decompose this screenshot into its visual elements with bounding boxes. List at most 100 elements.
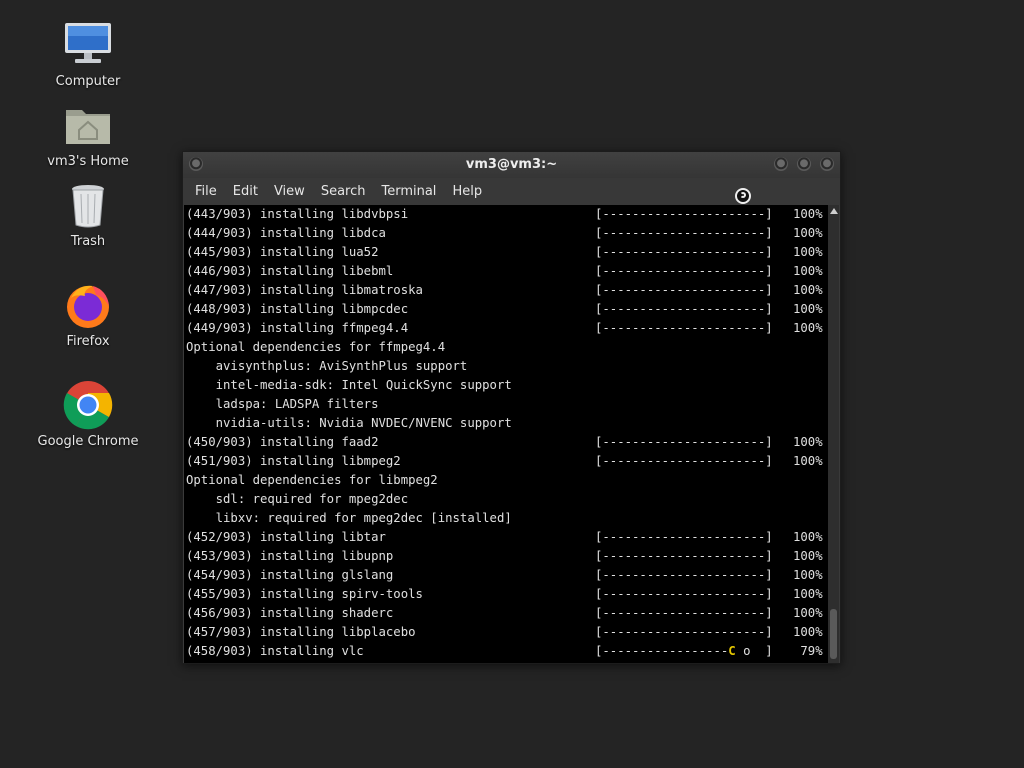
terminal-line: (448/903) installing libmpcdec [---------… bbox=[186, 300, 823, 319]
progress-percent: 100% bbox=[793, 606, 823, 620]
terminal-line-text: (455/903) installing spirv-tools bbox=[186, 587, 423, 601]
terminal-line-text: (445/903) installing lua52 bbox=[186, 245, 379, 259]
progress-percent: 100% bbox=[793, 587, 823, 601]
menu-terminal[interactable]: Terminal bbox=[373, 178, 444, 205]
chrome-icon bbox=[63, 380, 113, 430]
terminal-line-text: sdl: required for mpeg2dec bbox=[186, 492, 409, 506]
terminal-line: (457/903) installing libplacebo [--------… bbox=[186, 623, 823, 642]
terminal-line-text: (450/903) installing faad2 bbox=[186, 435, 379, 449]
progress-bar-text: [----------------------] bbox=[595, 530, 773, 544]
desktop-icon-computer[interactable]: Computer bbox=[28, 20, 148, 89]
terminal-line: avisynthplus: AviSynthPlus support bbox=[186, 357, 468, 376]
progress-bar-text: [----------------------] bbox=[595, 435, 773, 449]
terminal-line: sdl: required for mpeg2dec bbox=[186, 490, 409, 509]
terminal-line-text: (448/903) installing libmpcdec bbox=[186, 302, 409, 316]
terminal-line-text: libxv: required for mpeg2dec [installed] bbox=[186, 511, 512, 525]
terminal-line-text: (447/903) installing libmatroska bbox=[186, 283, 423, 297]
terminal-output[interactable]: (443/903) installing libdvbpsi [---------… bbox=[184, 205, 828, 663]
terminal-line: (452/903) installing libtar [------------… bbox=[186, 528, 823, 547]
progress-percent: 100% bbox=[793, 454, 823, 468]
terminal-line: (456/903) installing shaderc [-----------… bbox=[186, 604, 823, 623]
progress-percent: 100% bbox=[793, 207, 823, 221]
terminal-line-text: (446/903) installing libebml bbox=[186, 264, 394, 278]
progress-bar-text: [----------------------] bbox=[595, 454, 773, 468]
progress-bar-text: [----------------------] bbox=[595, 283, 773, 297]
progress-percent: 100% bbox=[793, 302, 823, 316]
terminal-line: (444/903) installing libdca [------------… bbox=[186, 224, 823, 243]
desktop-icon-label: Google Chrome bbox=[37, 434, 139, 449]
desktop-icon-chrome[interactable]: Google Chrome bbox=[28, 380, 148, 449]
busy-cursor-icon bbox=[735, 188, 751, 204]
progress-bar-text: [----------------------] bbox=[595, 264, 773, 278]
terminal-line-text: (453/903) installing libupnp bbox=[186, 549, 394, 563]
progress-bar-text: [----------------------] bbox=[595, 302, 773, 316]
window-title: vm3@vm3:~ bbox=[465, 157, 558, 172]
progress-bar-text: [----------------------] bbox=[595, 321, 773, 335]
pacman-progress-icon: C bbox=[728, 644, 736, 658]
home-folder-icon bbox=[63, 100, 113, 150]
progress-bar-text: [----------------------] bbox=[595, 226, 773, 240]
terminal-line-text: (456/903) installing shaderc bbox=[186, 606, 394, 620]
progress-bar-filled: [----------------- bbox=[595, 644, 729, 658]
terminal-line: intel-media-sdk: Intel QuickSync support bbox=[186, 376, 512, 395]
terminal-line-text: (458/903) installing vlc bbox=[186, 644, 364, 658]
progress-percent: 100% bbox=[793, 625, 823, 639]
desktop-icon-label: Firefox bbox=[66, 334, 110, 349]
progress-percent: 100% bbox=[793, 568, 823, 582]
terminal-line-text: (457/903) installing libplacebo bbox=[186, 625, 416, 639]
terminal-line: libxv: required for mpeg2dec [installed] bbox=[186, 509, 512, 528]
progress-bar-text: [----------------------] bbox=[595, 625, 773, 639]
progress-bar-text: [----------------------] bbox=[595, 207, 773, 221]
progress-percent: 100% bbox=[793, 283, 823, 297]
menu-file[interactable]: File bbox=[187, 178, 225, 205]
terminal-line-text: (444/903) installing libdca bbox=[186, 226, 386, 240]
terminal-line: (450/903) installing faad2 [-------------… bbox=[186, 433, 823, 452]
scrollbar-thumb[interactable] bbox=[830, 609, 837, 659]
desktop-icon-home[interactable]: vm3's Home bbox=[28, 100, 148, 169]
terminal-line: (447/903) installing libmatroska [-------… bbox=[186, 281, 823, 300]
terminal-line: (443/903) installing libdvbpsi [---------… bbox=[186, 205, 823, 224]
terminal-line: Optional dependencies for ffmpeg4.4 bbox=[186, 338, 445, 357]
terminal-line-text: Optional dependencies for libmpeg2 bbox=[186, 473, 438, 487]
terminal-line-text: nvidia-utils: Nvidia NVDEC/NVENC support bbox=[186, 416, 512, 430]
menu-help[interactable]: Help bbox=[444, 178, 490, 205]
progress-percent: 79% bbox=[793, 644, 823, 658]
terminal-window[interactable]: vm3@vm3:~ File Edit View Search Terminal… bbox=[182, 151, 841, 664]
progress-percent: 100% bbox=[793, 549, 823, 563]
progress-bar-text: [----------------------] bbox=[595, 245, 773, 259]
progress-bar-text: [-----------------C o ] bbox=[595, 642, 773, 661]
terminal-line: (455/903) installing spirv-tools [-------… bbox=[186, 585, 823, 604]
terminal-line-text: (443/903) installing libdvbpsi bbox=[186, 207, 409, 221]
desktop-icon-trash[interactable]: Trash bbox=[28, 180, 148, 249]
progress-percent: 100% bbox=[793, 245, 823, 259]
menu-view[interactable]: View bbox=[266, 178, 313, 205]
progress-bar-text: [----------------------] bbox=[595, 549, 773, 563]
minimize-button[interactable] bbox=[774, 157, 788, 171]
terminal-line-text: ladspa: LADSPA filters bbox=[186, 397, 379, 411]
desktop-icon-firefox[interactable]: Firefox bbox=[28, 280, 148, 349]
terminal-line: (445/903) installing lua52 [-------------… bbox=[186, 243, 823, 262]
menu-search[interactable]: Search bbox=[313, 178, 374, 205]
progress-percent: 100% bbox=[793, 530, 823, 544]
progress-percent: 100% bbox=[793, 226, 823, 240]
terminal-line-text: Optional dependencies for ffmpeg4.4 bbox=[186, 340, 446, 354]
progress-bar-text: [----------------------] bbox=[595, 568, 773, 582]
terminal-line-text: (449/903) installing ffmpeg4.4 bbox=[186, 321, 409, 335]
terminal-line: (449/903) installing ffmpeg4.4 [---------… bbox=[186, 319, 823, 338]
terminal-line-text: intel-media-sdk: Intel QuickSync support bbox=[186, 378, 512, 392]
desktop-icon-label: Computer bbox=[55, 74, 121, 89]
title-bar[interactable]: vm3@vm3:~ bbox=[183, 152, 840, 178]
close-button[interactable] bbox=[820, 157, 834, 171]
vertical-scrollbar[interactable] bbox=[828, 205, 839, 663]
terminal-line: (453/903) installing libupnp [-----------… bbox=[186, 547, 823, 566]
computer-icon bbox=[63, 20, 113, 70]
progress-percent: 100% bbox=[793, 264, 823, 278]
progress-percent: 100% bbox=[793, 435, 823, 449]
maximize-button[interactable] bbox=[797, 157, 811, 171]
scroll-up-arrow-icon[interactable] bbox=[830, 208, 838, 214]
terminal-line: Optional dependencies for libmpeg2 bbox=[186, 471, 438, 490]
terminal-line-text: (451/903) installing libmpeg2 bbox=[186, 454, 401, 468]
terminal-line: (454/903) installing glslang [-----------… bbox=[186, 566, 823, 585]
menu-edit[interactable]: Edit bbox=[225, 178, 266, 205]
trash-icon bbox=[63, 180, 113, 230]
